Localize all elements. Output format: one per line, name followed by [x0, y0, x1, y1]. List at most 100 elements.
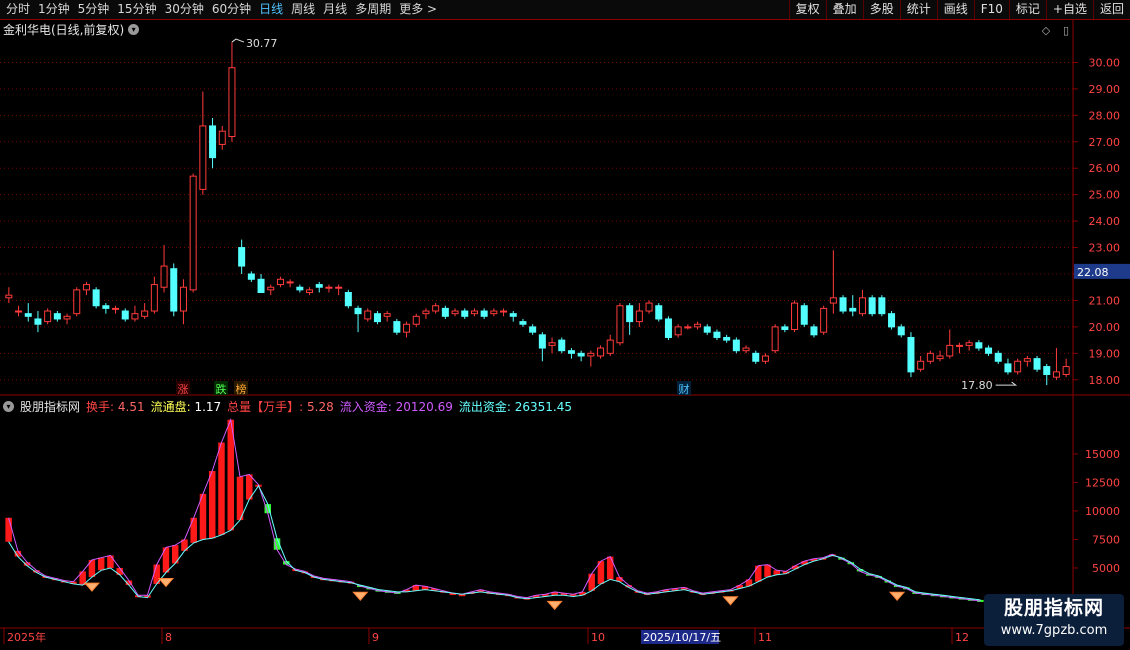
- price-tick-label: 29.00: [1089, 83, 1121, 96]
- candle-body: [858, 297, 866, 315]
- flow-bar: [5, 517, 12, 542]
- candle-body: [936, 355, 944, 360]
- inflow-line: [8, 417, 981, 602]
- candle-body: [267, 286, 275, 291]
- price-tick-label: 27.00: [1089, 136, 1121, 149]
- candle-body: [965, 342, 973, 346]
- candle-body: [761, 355, 769, 362]
- candle-body: [63, 315, 71, 320]
- flow-bar: [588, 573, 595, 591]
- time-axis-label: 11: [758, 631, 772, 644]
- high-marker-arrow: [231, 38, 245, 43]
- candle-body: [393, 321, 401, 333]
- candle-body: [121, 310, 129, 320]
- time-axis-label: 12: [955, 631, 969, 644]
- indicator-tick-label: 12500: [1085, 476, 1120, 489]
- candle-body: [5, 294, 13, 299]
- indicator-tick-label: 5000: [1092, 562, 1120, 575]
- candle-body: [257, 278, 265, 294]
- candle-body: [635, 310, 643, 323]
- indicator-tick-label: 10000: [1085, 505, 1120, 518]
- candle-body: [364, 310, 372, 320]
- candle-body: [44, 310, 52, 323]
- price-tick-label: 19.00: [1089, 347, 1121, 360]
- candle-body: [723, 336, 731, 341]
- candle-body: [800, 305, 808, 325]
- candle-body: [500, 310, 508, 313]
- candle-body: [354, 307, 362, 315]
- site-watermark: 股朋指标网 www.7gpzb.com: [984, 594, 1124, 646]
- candle-body: [24, 313, 32, 317]
- watermark-title: 股朋指标网: [1003, 597, 1104, 619]
- candle-body: [926, 352, 934, 362]
- candle-body: [325, 286, 333, 289]
- candle-body: [189, 175, 197, 291]
- time-axis-label: 8: [165, 631, 172, 644]
- candle-body: [218, 130, 226, 145]
- candle-body: [878, 297, 886, 315]
- candle-body: [626, 305, 634, 323]
- candle-body: [1052, 371, 1060, 378]
- candle-body: [606, 339, 614, 354]
- price-tick-label: 25.00: [1089, 189, 1121, 202]
- price-tick-label: 24.00: [1089, 215, 1121, 228]
- signal-diamond-icon: [83, 582, 101, 592]
- candle-body: [664, 318, 672, 338]
- candle-body: [296, 286, 304, 291]
- high-price-label: 30.77: [246, 37, 278, 50]
- time-axis-label: 10: [591, 631, 605, 644]
- candle-body: [1033, 358, 1041, 370]
- candle-body: [112, 307, 120, 310]
- candle-body: [810, 326, 818, 336]
- diamond-icon: ◇: [1042, 24, 1051, 37]
- candle-body: [771, 326, 779, 352]
- price-tick-label: 21.00: [1089, 294, 1121, 307]
- panel-icon: ▯: [1063, 24, 1069, 37]
- candle-body: [276, 278, 284, 286]
- candle-body: [131, 313, 139, 320]
- candle-body: [946, 344, 954, 357]
- signal-diamond-icon: [546, 600, 563, 611]
- candle-body: [150, 284, 158, 312]
- candle-body: [839, 297, 847, 312]
- candle-body: [383, 313, 391, 317]
- candle-body: [509, 313, 517, 317]
- candle-body: [238, 247, 246, 267]
- flow-bar: [606, 556, 614, 580]
- low-price-label: 17.80: [961, 379, 993, 392]
- candle-body: [34, 318, 42, 325]
- time-axis-label: 9: [372, 631, 379, 644]
- candle-body: [548, 342, 556, 346]
- event-mark: 跌: [216, 382, 227, 396]
- price-tick-label: 30.00: [1089, 56, 1121, 69]
- signal-diamond-icon: [157, 578, 175, 588]
- flow-bar: [236, 476, 244, 521]
- price-tick-label: 23.00: [1089, 242, 1121, 255]
- flow-bar: [190, 517, 197, 543]
- candle-body: [849, 307, 857, 312]
- candle-body: [470, 310, 478, 315]
- candle-body: [684, 326, 692, 329]
- candle-body: [577, 352, 585, 357]
- candle-body: [597, 347, 605, 357]
- candle-body: [490, 310, 498, 315]
- candle-body: [82, 284, 90, 291]
- candle-body: [791, 302, 799, 331]
- candle-body: [732, 339, 740, 352]
- flow-bar: [755, 565, 762, 582]
- flow-bar: [107, 555, 114, 568]
- candle-body: [655, 305, 663, 320]
- candle-body: [538, 334, 546, 349]
- price-tick-label: 20.00: [1089, 321, 1121, 334]
- event-mark: 榜: [236, 382, 247, 396]
- current-price-label: 22.08: [1077, 266, 1109, 279]
- candle-body: [179, 286, 187, 312]
- kline-chart-canvas[interactable]: 30.00 29.00 28.00 27.00 26.00 25.00 24.00 23.00…: [0, 0, 1130, 650]
- candle-body: [141, 310, 149, 317]
- candle-body: [335, 286, 343, 289]
- candle-body: [15, 310, 23, 313]
- selected-date-label: 2025/10/17/五: [643, 631, 721, 644]
- candle-body: [742, 347, 750, 352]
- event-mark: 涨: [178, 383, 189, 396]
- signal-diamond-icon: [722, 596, 739, 606]
